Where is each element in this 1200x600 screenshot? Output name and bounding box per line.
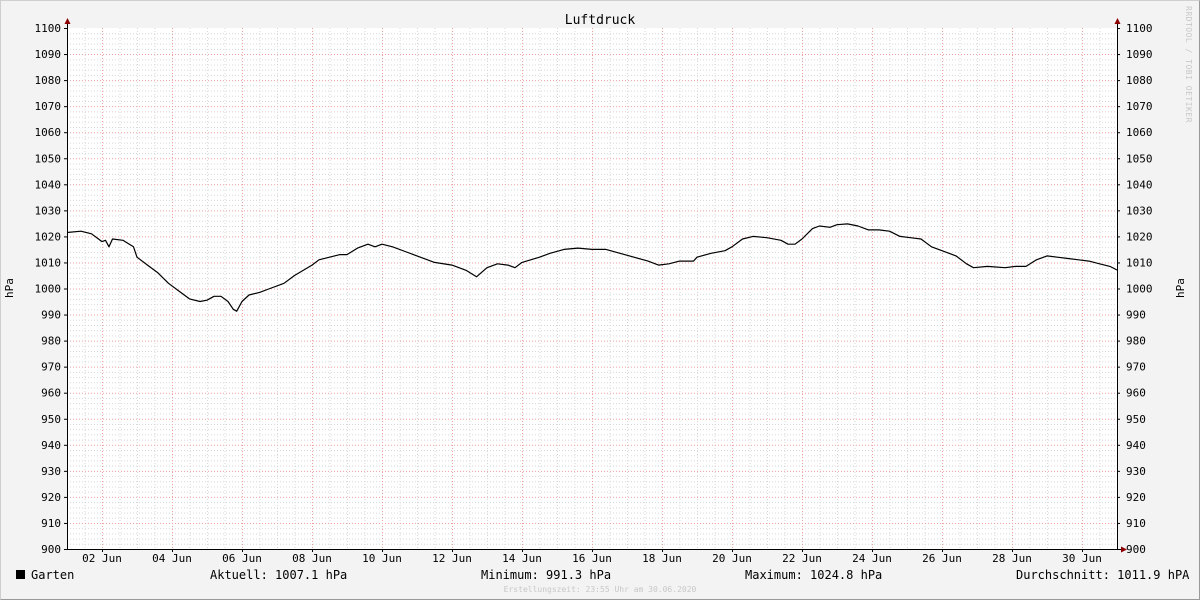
- y-tick-label-right: 980: [1126, 335, 1146, 348]
- y-tick-label-left: 1090: [35, 48, 62, 61]
- legend-maximum: Maximum: 1024.8 hPa: [745, 568, 883, 582]
- creation-time: Erstellungszeit: 23:55 Uhr am 30.06.2020: [503, 585, 697, 594]
- x-tick-label: 12 Jun: [432, 552, 472, 565]
- y-tick-label-right: 990: [1126, 309, 1146, 322]
- y-tick-label-left: 1040: [35, 178, 62, 191]
- y-tick-label-left: 1070: [35, 100, 62, 113]
- x-tick-label: 16 Jun: [572, 552, 612, 565]
- y-tick-label-left: 950: [41, 413, 61, 426]
- y-tick-label-right: 1040: [1126, 178, 1153, 191]
- y-tick-label-left: 1030: [35, 204, 62, 217]
- legend-average: Durchschnitt: 1011.9 hPA: [1016, 568, 1190, 582]
- legend-series-name: Garten: [31, 568, 75, 582]
- chart-svg: Luftdruck hPa hPa 1100 1100 1090 1090 1080 10…: [3, 13, 1187, 565]
- x-tick-label: 28 Jun: [992, 552, 1032, 565]
- y-tick-label-right: 900: [1126, 543, 1146, 556]
- y-tick-label-left: 970: [41, 361, 61, 374]
- y-tick-label-left: 1060: [35, 126, 62, 139]
- y-tick-label-right: 960: [1126, 387, 1146, 400]
- y-tick-label-right: 1000: [1126, 283, 1153, 296]
- y-tick-label-right: 1010: [1126, 256, 1153, 269]
- y-tick-label-left: 940: [41, 439, 61, 452]
- y-tick-label-left: 920: [41, 491, 61, 504]
- y-tick-label-left: 980: [41, 335, 61, 348]
- x-tick-label: 20 Jun: [712, 552, 752, 565]
- plot-area: 1100 1100 1090 1090 1080 1080 1070 1070 1060 1060…: [35, 18, 1153, 565]
- y-tick-label-right: 1060: [1126, 126, 1153, 139]
- x-tick-label: 10 Jun: [362, 552, 402, 565]
- y-tick-label-left: 1050: [35, 152, 62, 165]
- y-tick-label-right: 1030: [1126, 204, 1153, 217]
- y-tick-label-right: 970: [1126, 361, 1146, 374]
- y-tick-label-right: 1020: [1126, 230, 1153, 243]
- y-tick-label-left: 990: [41, 309, 61, 322]
- legend-minimum: Minimum: 991.3 hPa: [481, 568, 612, 582]
- y-tick-label-right: 930: [1126, 465, 1146, 478]
- chart-title: Luftdruck: [565, 13, 636, 28]
- y-tick-label-right: 1100: [1126, 22, 1153, 35]
- y-tick-label-right: 1090: [1126, 48, 1153, 61]
- y-tick-label-left: 930: [41, 465, 61, 478]
- legend-current: Aktuell: 1007.1 hPa: [210, 568, 348, 582]
- y-tick-label-right: 1070: [1126, 100, 1153, 113]
- x-tick-label: 24 Jun: [852, 552, 892, 565]
- x-tick-label: 04 Jun: [152, 552, 192, 565]
- y-axis-label-left: hPa: [3, 278, 16, 298]
- y-tick-label-left: 900: [41, 543, 61, 556]
- legend-series: Garten: [16, 568, 74, 582]
- y-axis-arrow-right: [1114, 18, 1121, 24]
- x-tick-label: 22 Jun: [782, 552, 822, 565]
- x-tick-label: 06 Jun: [222, 552, 262, 565]
- x-tick-label: 02 Jun: [82, 552, 122, 565]
- y-tick-label-right: 940: [1126, 439, 1146, 452]
- y-tick-label-right: 1050: [1126, 152, 1153, 165]
- x-tick-label: 30 Jun: [1062, 552, 1102, 565]
- x-tick-label: 18 Jun: [642, 552, 682, 565]
- y-tick-label-left: 1080: [35, 74, 62, 87]
- x-tick-label: 08 Jun: [292, 552, 332, 565]
- x-tick-label: 14 Jun: [502, 552, 542, 565]
- y-tick-label-right: 910: [1126, 517, 1146, 530]
- x-tick-label: 26 Jun: [922, 552, 962, 565]
- y-tick-label-right: 1080: [1126, 74, 1153, 87]
- watermark: RRDTOOL / TOBI OETIKER: [1184, 6, 1193, 123]
- y-axis-label-right: hPa: [1174, 278, 1187, 298]
- y-axis-arrow-left: [64, 18, 71, 24]
- y-tick-label-right: 920: [1126, 491, 1146, 504]
- legend-swatch: [16, 570, 25, 579]
- y-tick-label-left: 1020: [35, 230, 62, 243]
- y-tick-label-left: 1000: [35, 283, 62, 296]
- y-tick-label-left: 960: [41, 387, 61, 400]
- y-tick-label-left: 1010: [35, 256, 62, 269]
- chart-window: Luftdruck hPa hPa 1100 1100 1090 1090 1080 10…: [0, 0, 1200, 600]
- y-tick-label-left: 1100: [35, 22, 62, 35]
- y-tick-label-right: 950: [1126, 413, 1146, 426]
- y-tick-label-left: 910: [41, 517, 61, 530]
